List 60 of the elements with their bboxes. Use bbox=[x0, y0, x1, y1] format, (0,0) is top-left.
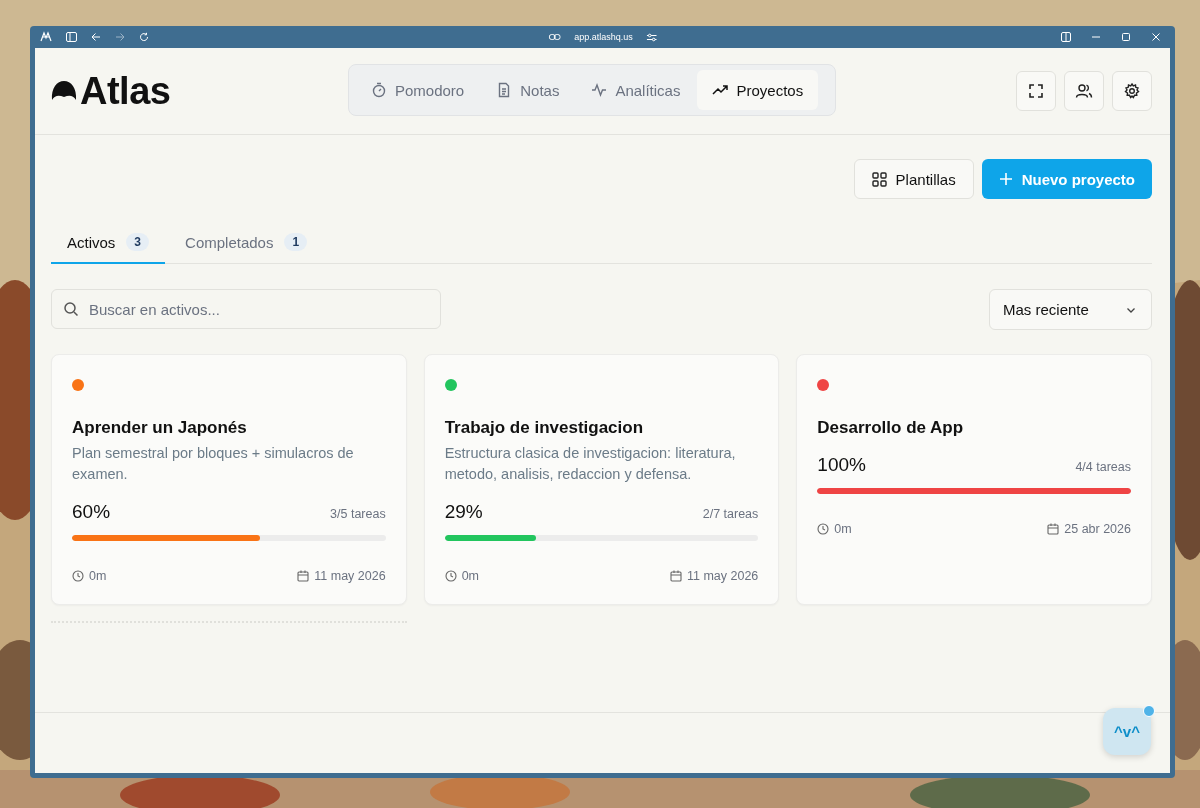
back-icon[interactable] bbox=[91, 32, 101, 42]
search-field[interactable]: Buscar en activos... bbox=[51, 289, 441, 329]
project-description: Estructura clasica de investigacion: literatura, metodo, analisis, redaccion y defensa. bbox=[444, 444, 737, 484]
task-count: 2/7 tareas bbox=[702, 507, 759, 521]
plus-icon bbox=[998, 172, 1013, 186]
project-card[interactable]: Desarrollo de App 100% 4/4 tareas 0m 25 abr 2026 bbox=[796, 354, 1152, 605]
stopwatch-icon bbox=[371, 82, 387, 98]
split-view-icon[interactable] bbox=[1061, 32, 1071, 42]
settings-button[interactable] bbox=[1112, 71, 1152, 111]
logo-text[interactable]: Atlas bbox=[80, 69, 171, 113]
date-text: 25 abr 2026 bbox=[1064, 522, 1131, 536]
reload-icon[interactable] bbox=[139, 32, 149, 42]
clock-icon bbox=[817, 523, 830, 535]
progress-percent: 100% bbox=[817, 454, 866, 476]
progress-percent: 60% bbox=[72, 501, 111, 523]
settings-icon bbox=[1124, 83, 1140, 99]
clock-icon bbox=[72, 570, 84, 582]
app-icon[interactable] bbox=[40, 31, 52, 43]
nav-tab[interactable]: Analíticas bbox=[576, 70, 696, 110]
time-text: 0m bbox=[461, 569, 480, 583]
tab[interactable]: Completados 1 bbox=[169, 223, 324, 264]
fullscreen-button[interactable] bbox=[1016, 71, 1056, 111]
forward-icon[interactable] bbox=[115, 32, 125, 42]
clock-icon bbox=[444, 570, 457, 582]
tab[interactable]: Activos 3 bbox=[51, 223, 166, 264]
close-icon[interactable] bbox=[1151, 32, 1161, 42]
sidebar-icon[interactable] bbox=[66, 32, 77, 42]
fullscreen-icon bbox=[1028, 83, 1044, 99]
calendar-icon bbox=[297, 570, 310, 582]
nav-tab[interactable]: Notas bbox=[481, 70, 575, 110]
nav-tab[interactable]: Proyectos bbox=[697, 70, 819, 110]
sort-dropdown[interactable]: Mas reciente bbox=[989, 289, 1152, 330]
count-badge: 3 bbox=[126, 233, 150, 251]
maximize-icon[interactable] bbox=[1121, 32, 1131, 42]
project-card[interactable]: Trabajo de investigacion Estructura clasica de investigacion: literatura, metodo, analisis, redaccion y defensa. 29% 2/7 tareas 0m 11 may 2026 bbox=[423, 354, 780, 605]
logo-icon bbox=[51, 80, 77, 102]
calendar-icon bbox=[1047, 523, 1060, 535]
calendar-icon bbox=[669, 570, 682, 582]
users-button[interactable] bbox=[1064, 71, 1104, 111]
users-icon bbox=[1075, 83, 1093, 99]
grid-icon bbox=[871, 171, 887, 187]
link-icon bbox=[548, 33, 561, 41]
sliders-icon[interactable] bbox=[646, 32, 657, 42]
nav-tab[interactable]: Pomodoro bbox=[356, 70, 480, 110]
project-card[interactable]: Aprender un Japonés Plan semestral por bloques + simulacros de examen. 60% 3/5 tareas 0m 11 may 2026 bbox=[51, 354, 407, 605]
pulse-icon bbox=[591, 82, 608, 98]
address-text[interactable]: app.atlashq.us bbox=[574, 32, 633, 42]
date-text: 11 may 2026 bbox=[686, 569, 759, 583]
progress-percent: 29% bbox=[444, 501, 483, 523]
project-title: Aprender un Japonés bbox=[72, 418, 248, 438]
time-text: 0m bbox=[834, 522, 852, 536]
project-title: Desarrollo de App bbox=[817, 418, 965, 438]
project-description: Plan semestral por bloques + simulacros de examen. bbox=[72, 444, 355, 484]
project-title: Trabajo de investigacion bbox=[444, 418, 645, 438]
task-count: 3/5 tareas bbox=[330, 507, 386, 521]
time-text: 0m bbox=[89, 569, 107, 583]
count-badge: 1 bbox=[284, 233, 308, 251]
task-count: 4/4 tareas bbox=[1075, 460, 1131, 474]
date-text: 11 may 2026 bbox=[314, 569, 386, 583]
templates-button[interactable]: Plantillas bbox=[853, 159, 974, 199]
